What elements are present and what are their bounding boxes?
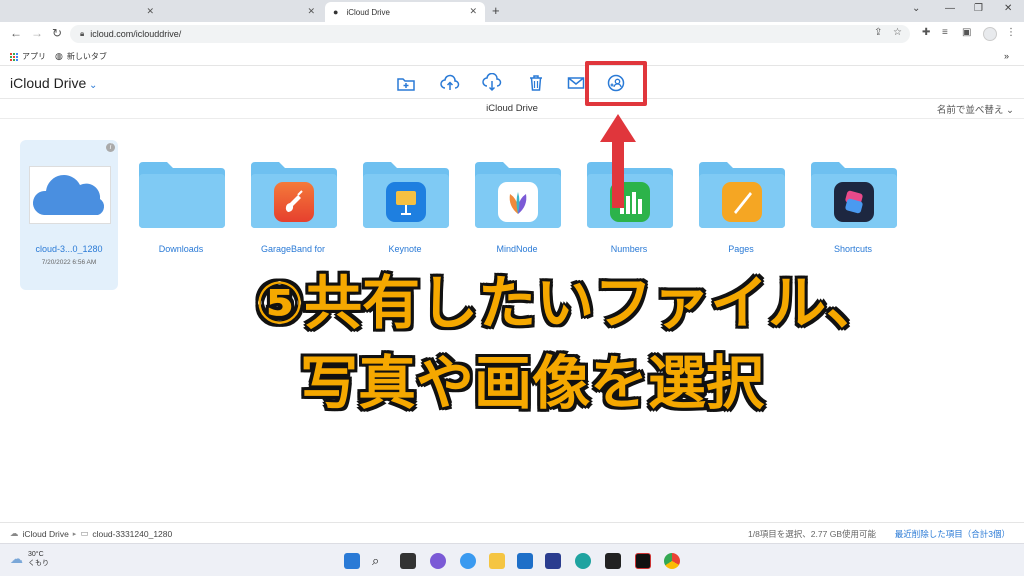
mail-icon[interactable]	[566, 73, 586, 93]
breadcrumb-file[interactable]: cloud-3331240_1280	[92, 529, 172, 539]
item-label: Numbers	[610, 244, 648, 254]
tab-title: iCloud Drive	[346, 7, 391, 17]
status-footer: ☁ iCloud Drive ▸ ▭ cloud-3331240_1280 1/…	[0, 522, 1024, 542]
icloud-header: iCloud Drive ⌄	[0, 67, 1024, 99]
reading-list-icon[interactable]: ≡	[942, 27, 948, 38]
bookmark-star-icon[interactable]: ☆	[893, 27, 902, 38]
close-tab-icon[interactable]: ✕	[307, 6, 315, 17]
sticky-notes-icon[interactable]	[605, 553, 621, 569]
file-explorer-icon[interactable]	[489, 553, 505, 569]
lock-icon: 🔒︎	[80, 29, 85, 38]
item-label: Shortcuts	[833, 244, 873, 254]
icloud-app-icon[interactable]	[460, 553, 476, 569]
chat-icon[interactable]	[430, 553, 446, 569]
chevron-down-icon[interactable]: ⌄	[912, 3, 920, 14]
globe-icon: ◍	[55, 51, 63, 61]
trash-icon[interactable]	[526, 73, 546, 93]
minimize-icon[interactable]: —	[945, 3, 955, 14]
media-app-icon[interactable]	[635, 553, 651, 569]
icloud-drive-menu[interactable]: iCloud Drive ⌄	[10, 75, 97, 91]
folder-subheader: iCloud Drive 名前で並べ替え ⌄	[0, 99, 1024, 119]
share-page-icon[interactable]: ⇪	[874, 27, 882, 38]
chevron-right-icon: ▸	[72, 530, 77, 538]
podium-icon	[386, 182, 426, 222]
item-date: 7/20/2022 6:56 AM	[41, 259, 97, 266]
folder-item-downloads[interactable]: Downloads	[132, 140, 230, 290]
back-icon[interactable]: ←	[10, 26, 22, 40]
upload-icon[interactable]	[440, 73, 460, 93]
browser-toolbar: ← → ↻ 🔒︎ icloud.com/iclouddrive/ ⇪ ☆ ✚ ≡…	[0, 22, 1024, 46]
profile-avatar[interactable]	[983, 27, 997, 41]
more-bookmarks-icon[interactable]: »	[1004, 51, 1009, 61]
restore-icon[interactable]: ❐	[974, 3, 983, 14]
mail-app-icon[interactable]	[517, 553, 533, 569]
recently-deleted-link[interactable]: 最近削除した項目（合計3個）	[895, 528, 1010, 540]
leaf-icon	[498, 182, 538, 222]
close-tab-icon[interactable]: ✕	[469, 6, 477, 17]
apps-grid-icon	[10, 52, 18, 61]
url-text: icloud.com/iclouddrive/	[90, 29, 182, 39]
item-label: Keynote	[388, 244, 422, 254]
sort-dropdown[interactable]: 名前で並べ替え ⌄	[937, 102, 1014, 116]
menu-kebab-icon[interactable]: ⋮	[1006, 27, 1016, 38]
edge-icon[interactable]	[575, 553, 591, 569]
close-tab-icon[interactable]: ✕	[146, 6, 154, 17]
instruction-text-line1: ⑤共有したいファイル、	[255, 269, 885, 337]
extensions-icon[interactable]: ✚	[922, 27, 930, 38]
windows-taskbar: ☁ 30°C くもり ⌕	[0, 543, 1024, 576]
new-tab-button[interactable]: +	[492, 3, 500, 18]
notes-app-icon[interactable]	[545, 553, 561, 569]
weather-widget[interactable]: ☁ 30°C くもり	[10, 550, 49, 568]
annotation-arrow	[600, 114, 636, 208]
chrome-icon[interactable]	[664, 553, 680, 569]
folder-icon	[139, 160, 225, 228]
pen-icon	[722, 182, 762, 222]
apple-icon: ●	[333, 7, 339, 17]
chevron-down-icon: ⌄	[1006, 105, 1014, 116]
info-icon[interactable]: i	[106, 143, 115, 152]
folder-title: iCloud Drive	[486, 103, 538, 114]
chevron-down-icon: ⌄	[86, 80, 98, 91]
item-label: MindNode	[496, 244, 538, 254]
address-bar[interactable]: 🔒︎ icloud.com/iclouddrive/	[70, 25, 910, 43]
forward-icon[interactable]: →	[31, 26, 43, 40]
item-label: GarageBand for	[260, 244, 326, 254]
bookmark-new-tab[interactable]: ◍ 新しいタブ	[55, 51, 107, 62]
download-icon[interactable]	[482, 72, 502, 93]
reload-icon[interactable]: ↻	[52, 26, 62, 40]
search-icon[interactable]: ⌕	[372, 553, 388, 569]
bookmark-apps[interactable]: アプリ	[10, 51, 46, 62]
tab-icloud-drive[interactable]: ● iCloud Drive ✕	[325, 2, 485, 22]
item-label: Downloads	[158, 244, 204, 254]
side-panel-icon[interactable]: ▣	[962, 27, 971, 38]
item-label: cloud-3...0_1280	[35, 244, 103, 254]
instruction-text-line2: 写真や画像を選択	[300, 349, 765, 417]
cloud-icon: ☁	[10, 528, 19, 538]
close-window-icon[interactable]: ✕	[1004, 3, 1012, 14]
tab-inactive-2[interactable]: ✕	[163, 2, 323, 22]
file-icon: ▭	[80, 528, 89, 538]
windows-start-icon[interactable]	[344, 553, 360, 569]
cloud-weather-icon: ☁	[10, 551, 23, 566]
tab-inactive-1[interactable]: ✕	[0, 2, 162, 22]
file-item-cloud[interactable]: i cloud-3...0_1280 7/20/2022 6:56 AM	[20, 140, 118, 290]
task-view-icon[interactable]	[400, 553, 416, 569]
tab-strip: ✕ ✕ ● iCloud Drive ✕ + ⌄ — ❐ ✕	[0, 0, 1024, 22]
item-label: Pages	[728, 244, 754, 254]
guitar-icon	[274, 182, 314, 222]
selection-status: 1/8項目を選択、2.77 GB使用可能	[747, 529, 876, 539]
breadcrumb-root[interactable]: iCloud Drive	[23, 529, 69, 539]
shortcuts-icon	[834, 182, 874, 222]
image-thumbnail	[29, 166, 111, 224]
new-folder-icon[interactable]	[396, 73, 416, 93]
breadcrumb: ☁ iCloud Drive ▸ ▭ cloud-3331240_1280	[10, 528, 172, 539]
bookmarks-bar: アプリ ◍ 新しいタブ »	[0, 46, 1024, 66]
